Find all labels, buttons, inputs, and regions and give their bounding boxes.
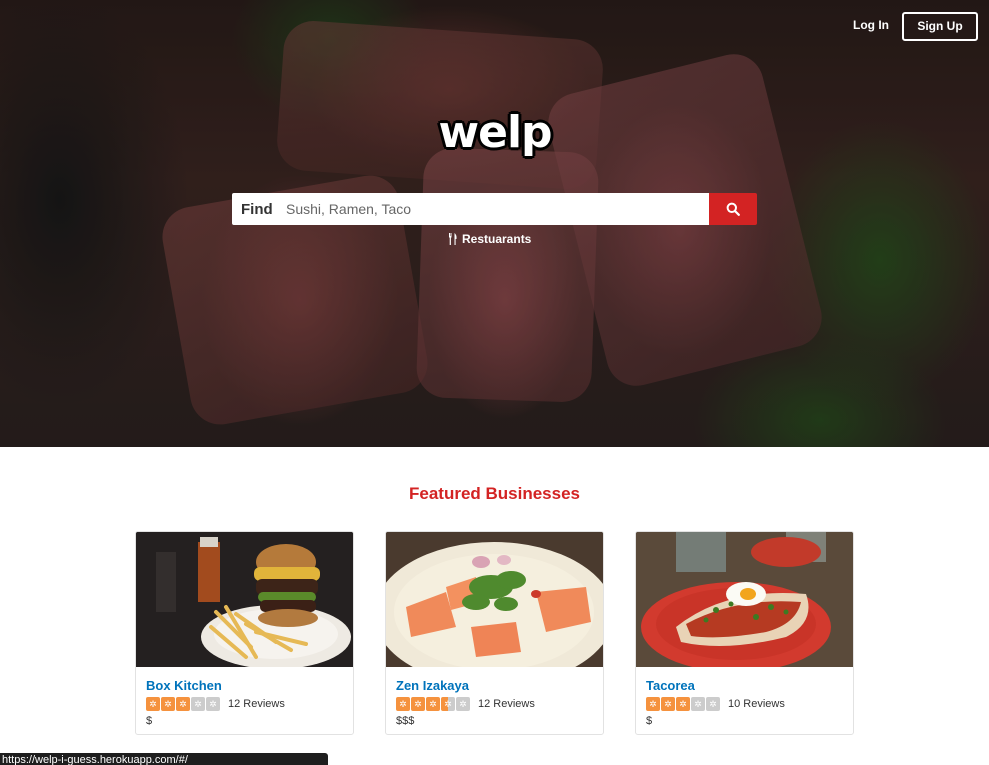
business-card: Tacorea ✲ ✲ ✲ ✲ ✲ 10 Reviews $: [635, 531, 854, 735]
star-rating: ✲ ✲ ✲ ✲ ✲ 12 Reviews: [146, 697, 285, 711]
review-count: 10 Reviews: [728, 698, 785, 710]
search-bar: Find: [232, 193, 757, 225]
star-filled-icon: ✲: [396, 697, 410, 711]
status-bar-url: https://welp-i-guess.herokuapp.com/#/: [0, 753, 328, 765]
business-name-link[interactable]: Zen Izakaya: [396, 678, 469, 693]
star-filled-icon: ✲: [426, 697, 440, 711]
star-filled-icon: ✲: [661, 697, 675, 711]
star-empty-icon: ✲: [691, 697, 705, 711]
star-empty-icon: ✲: [206, 697, 220, 711]
hero-banner: Log In Sign Up welp Find Restuarants: [0, 0, 989, 447]
business-card: Zen Izakaya ✲ ✲ ✲ ✲ ✲ 12 Reviews $$$: [385, 531, 604, 735]
search-input[interactable]: [282, 193, 709, 225]
star-filled-icon: ✲: [676, 697, 690, 711]
salmon-salad-photo[interactable]: [386, 532, 603, 667]
search-icon: [726, 202, 740, 216]
star-filled-icon: ✲: [176, 697, 190, 711]
search-box: Find: [232, 193, 709, 225]
review-count: 12 Reviews: [228, 698, 285, 710]
star-filled-icon: ✲: [646, 697, 660, 711]
star-filled-icon: ✲: [411, 697, 425, 711]
featured-businesses-heading: Featured Businesses: [408, 484, 580, 503]
fork-knife-icon: [449, 233, 457, 245]
star-rating: ✲ ✲ ✲ ✲ ✲ 10 Reviews: [646, 697, 785, 711]
star-filled-icon: ✲: [161, 697, 175, 711]
restaurants-category-link[interactable]: Restuarants: [448, 230, 531, 248]
login-link[interactable]: Log In: [848, 16, 894, 34]
business-name-link[interactable]: Tacorea: [646, 678, 695, 693]
star-rating: ✲ ✲ ✲ ✲ ✲ 12 Reviews: [396, 697, 535, 711]
star-empty-icon: ✲: [191, 697, 205, 711]
business-card: Box Kitchen ✲ ✲ ✲ ✲ ✲ 12 Reviews $: [135, 531, 354, 735]
signup-button[interactable]: Sign Up: [902, 12, 978, 41]
price-level: $: [646, 715, 653, 727]
star-empty-icon: ✲: [706, 697, 720, 711]
search-button[interactable]: [709, 193, 757, 225]
welp-logo[interactable]: welp: [438, 105, 552, 165]
star-half-icon: ✲: [441, 697, 455, 711]
price-level: $: [146, 715, 153, 727]
star-filled-icon: ✲: [146, 697, 160, 711]
restaurants-category-label: Restuarants: [462, 232, 532, 246]
search-find-label: Find: [241, 200, 273, 218]
review-count: 12 Reviews: [478, 698, 535, 710]
star-empty-icon: ✲: [456, 697, 470, 711]
business-name-link[interactable]: Box Kitchen: [146, 678, 222, 693]
price-level: $$$: [396, 715, 415, 727]
burger-and-fries-photo[interactable]: [136, 532, 353, 667]
burrito-with-egg-photo[interactable]: [636, 532, 853, 667]
